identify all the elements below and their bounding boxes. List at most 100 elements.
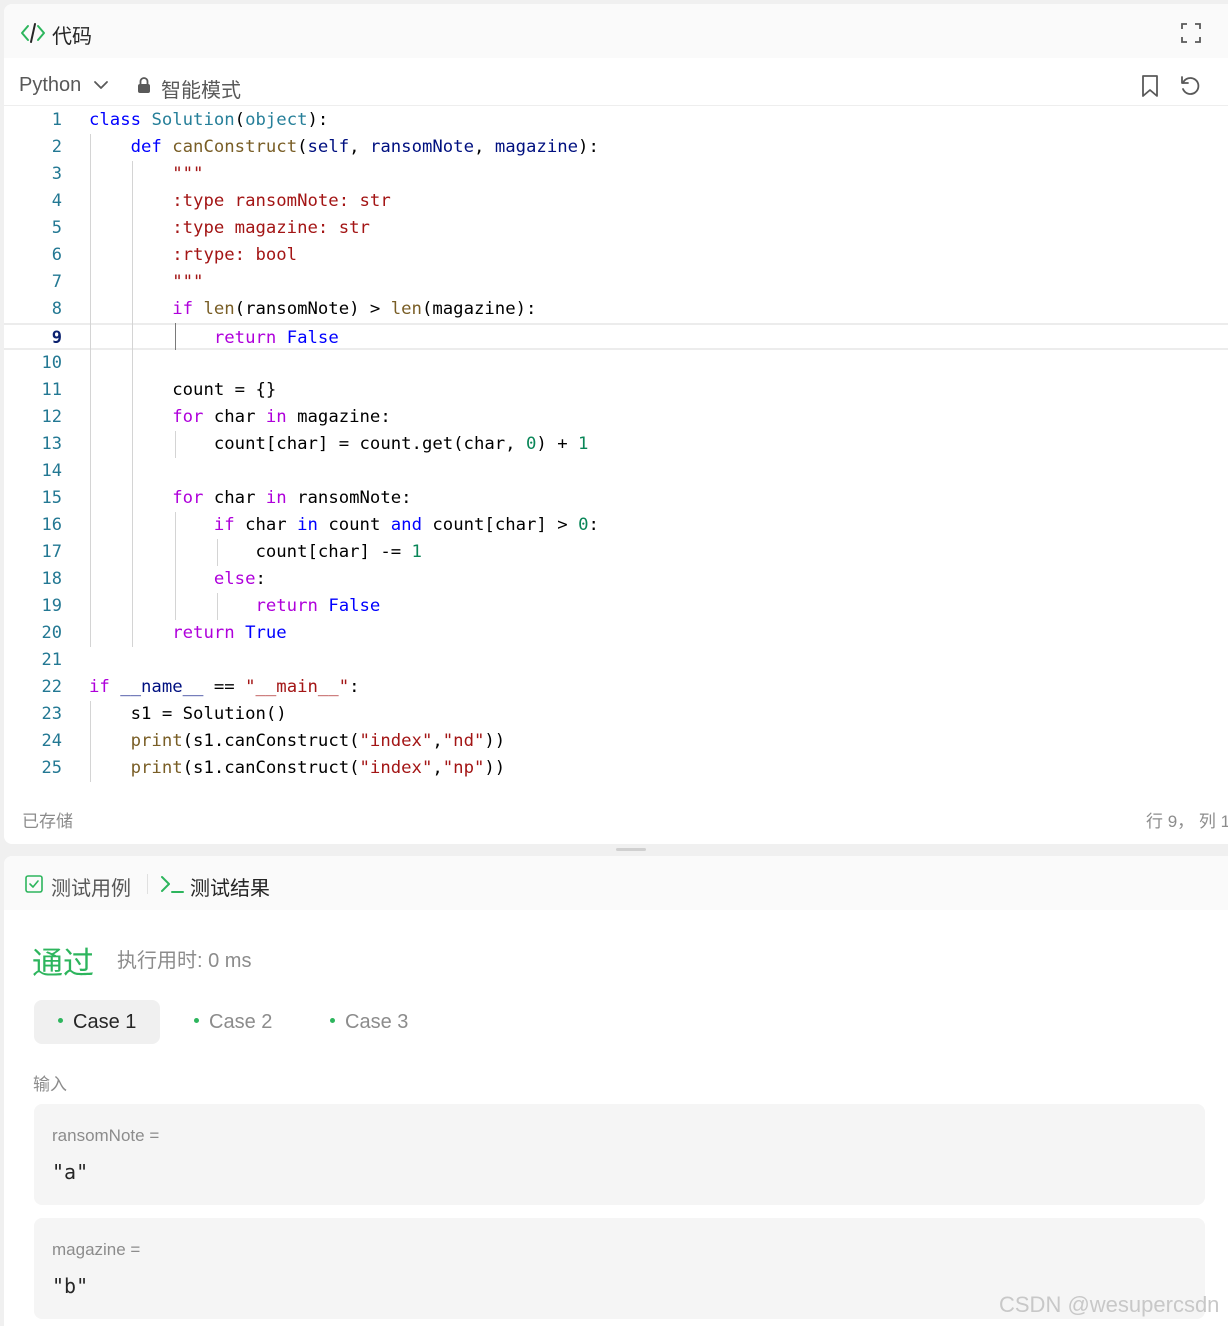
code-line[interactable]: 12 for char in magazine: <box>4 404 1228 431</box>
indent-guide <box>90 701 91 782</box>
code-line[interactable]: 17 count[char] -= 1 <box>4 539 1228 566</box>
code-token: char <box>234 515 298 535</box>
code-line[interactable]: 14 <box>4 458 1228 485</box>
code-token: ransomNote: <box>286 488 412 508</box>
case-label: Case 1 <box>73 1011 137 1033</box>
line-number: 25 <box>41 758 62 778</box>
code-line[interactable]: 2 def canConstruct(self, ransomNote, mag… <box>4 134 1228 161</box>
code-line[interactable]: 15 for char in ransomNote: <box>4 485 1228 512</box>
tab-test-results[interactable]: 测试结果 <box>190 872 270 901</box>
case-label: Case 2 <box>209 1011 273 1033</box>
code-token: False <box>286 328 339 348</box>
line-number: 20 <box>41 623 62 643</box>
code-token: ) + <box>536 434 579 454</box>
code-line[interactable]: 4 :type ransomNote: str <box>4 188 1228 215</box>
code-line[interactable]: 20 return True <box>4 620 1228 647</box>
code-token: count <box>317 515 391 535</box>
result-panel: 测试用例 测试结果 通过 执行用时: 0 ms Case 1 Case 2 Ca… <box>4 856 1228 1326</box>
code-line[interactable]: 1 class Solution(object): <box>4 107 1228 134</box>
code-token: "np" <box>442 758 485 778</box>
code-text: :rtype: bool <box>89 242 297 269</box>
code-line[interactable]: 25 print(s1.canConstruct("index","np")) <box>4 755 1228 782</box>
code-editor[interactable]: 1 class Solution(object): 2 def canConstru… <box>4 106 1228 786</box>
watermark: CSDN @wesupercsdn <box>999 1292 1220 1317</box>
line-number: 9 <box>51 328 62 348</box>
code-line[interactable]: 24 print(s1.canConstruct("index","nd")) <box>4 728 1228 755</box>
code-line[interactable]: 5 :type magazine: str <box>4 215 1228 242</box>
code-text: """ <box>89 269 203 296</box>
code-token: for <box>172 488 204 508</box>
reset-icon[interactable] <box>1178 74 1202 98</box>
code-text: count[char] = count.get(char, 0) + 1 <box>89 431 589 458</box>
code-text: if __name__ == "__main__": <box>89 674 360 701</box>
line-number: 11 <box>41 380 62 400</box>
code-text: else: <box>89 566 266 593</box>
pass-dot <box>194 1018 199 1024</box>
indent-guide <box>217 539 219 566</box>
line-number: 7 <box>51 272 62 292</box>
code-token: magazine: <box>286 407 391 427</box>
code-line[interactable]: 6 :rtype: bool <box>4 242 1228 269</box>
code-line[interactable]: 13 count[char] = count.get(char, 0) + 1 <box>4 431 1228 458</box>
code-token: "nd" <box>442 731 485 751</box>
tab-test-cases[interactable]: 测试用例 <box>51 872 131 901</box>
code-token: , <box>432 731 443 751</box>
line-number: 12 <box>41 407 62 427</box>
code-token: if <box>172 299 194 319</box>
runtime-label: 执行用时: 0 ms <box>117 950 252 972</box>
code-line[interactable]: 19 return False <box>4 593 1228 620</box>
code-token: 1 <box>411 542 422 562</box>
code-token: return <box>213 328 277 348</box>
code-token: canConstruct <box>172 137 298 157</box>
code-line[interactable]: 16 if char in count and count[char] > 0: <box>4 512 1228 539</box>
code-panel: 代码 Python 智能模式 1 class Solution(object): 2… <box>4 4 1228 844</box>
code-line[interactable]: 22 if __name__ == "__main__": <box>4 674 1228 701</box>
code-line[interactable]: 10 <box>4 350 1228 377</box>
code-token: "index" <box>359 731 433 751</box>
code-line[interactable]: 18 else: <box>4 566 1228 593</box>
case-tab-2[interactable]: Case 2 <box>170 1000 296 1044</box>
line-number: 5 <box>51 218 62 238</box>
code-token: self <box>307 137 350 157</box>
code-text: for char in ransomNote: <box>89 485 412 512</box>
code-text: if char in count and count[char] > 0: <box>89 512 599 539</box>
panel-resize-handle[interactable] <box>616 848 646 851</box>
code-text: print(s1.canConstruct("index","np")) <box>89 755 506 782</box>
code-line[interactable]: 23 s1 = Solution() <box>4 701 1228 728</box>
code-line[interactable]: 11 count = {} <box>4 377 1228 404</box>
code-token: 0 <box>526 434 537 454</box>
code-token: , <box>432 758 443 778</box>
chevron-down-icon[interactable] <box>93 78 109 92</box>
case-tab-1[interactable]: Case 1 <box>34 1000 161 1044</box>
language-select[interactable]: Python <box>19 74 81 97</box>
code-line[interactable]: 21 <box>4 647 1228 674</box>
code-text: :type ransomNote: str <box>89 188 391 215</box>
code-line[interactable]: 7 """ <box>4 269 1228 296</box>
code-token: in <box>297 515 318 535</box>
code-token: True <box>245 623 287 643</box>
saved-status: 已存储 <box>22 812 73 831</box>
smart-mode-label[interactable]: 智能模式 <box>161 74 241 103</box>
code-text: count = {} <box>89 377 276 404</box>
case-tab-3[interactable]: Case 3 <box>306 1000 432 1044</box>
code-line[interactable]: 8 if len(ransomNote) > len(magazine): <box>4 296 1228 323</box>
code-brackets-icon <box>21 23 45 43</box>
line-number: 17 <box>41 542 62 562</box>
code-token: :type magazine: str <box>172 218 370 238</box>
code-line[interactable]: 3 """ <box>4 161 1228 188</box>
param-value: "b" <box>52 1274 89 1298</box>
code-token: , <box>349 137 370 157</box>
code-text: count[char] -= 1 <box>89 539 422 566</box>
indent-guide <box>90 134 91 647</box>
code-token: return <box>172 623 235 643</box>
code-token: 0 <box>578 515 589 535</box>
tab-divider <box>147 874 148 894</box>
bookmark-icon[interactable] <box>1140 74 1160 98</box>
code-line[interactable]: 9 return False <box>4 323 1228 350</box>
code-token: object <box>245 110 308 130</box>
indent-guide <box>174 323 176 350</box>
indent-guide <box>132 161 134 647</box>
fullscreen-icon[interactable] <box>1180 22 1202 44</box>
